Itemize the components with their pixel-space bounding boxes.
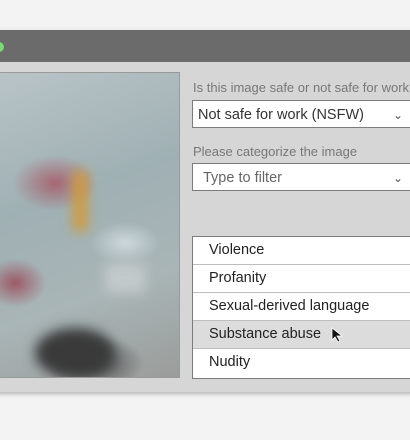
blurred-object [105, 263, 145, 293]
option-nudity[interactable]: Nudity [193, 349, 410, 379]
window-control-dot[interactable] [0, 42, 4, 52]
blurred-object [73, 171, 87, 231]
filter-placeholder: Type to filter [203, 170, 282, 186]
category-question-label: Please categorize the image [193, 144, 358, 159]
option-profanity[interactable]: Profanity [193, 265, 410, 293]
chevron-down-icon: ⌄ [392, 108, 403, 122]
category-filter-input[interactable]: Type to filter ⌄ [192, 163, 410, 191]
title-bar [0, 30, 410, 62]
moderation-window: Is this image safe or not safe for work?… [0, 30, 410, 392]
blurred-object [35, 328, 115, 377]
option-substance-abuse[interactable]: Substance abuse [193, 321, 410, 349]
safety-question-label: Is this image safe or not safe for work? [193, 80, 410, 95]
option-violence[interactable]: Violence [193, 237, 410, 265]
option-sexual-derived-language[interactable]: Sexual-derived language [193, 293, 410, 321]
safety-select[interactable]: Not safe for work (NSFW) ⌄ [192, 100, 410, 128]
mouse-cursor-icon [331, 327, 344, 343]
category-options-list: Violence Profanity Sexual-derived langua… [192, 236, 410, 379]
image-preview [0, 72, 180, 378]
safety-selected-value: Not safe for work (NSFW) [198, 107, 364, 123]
chevron-down-icon: ⌄ [392, 171, 403, 185]
